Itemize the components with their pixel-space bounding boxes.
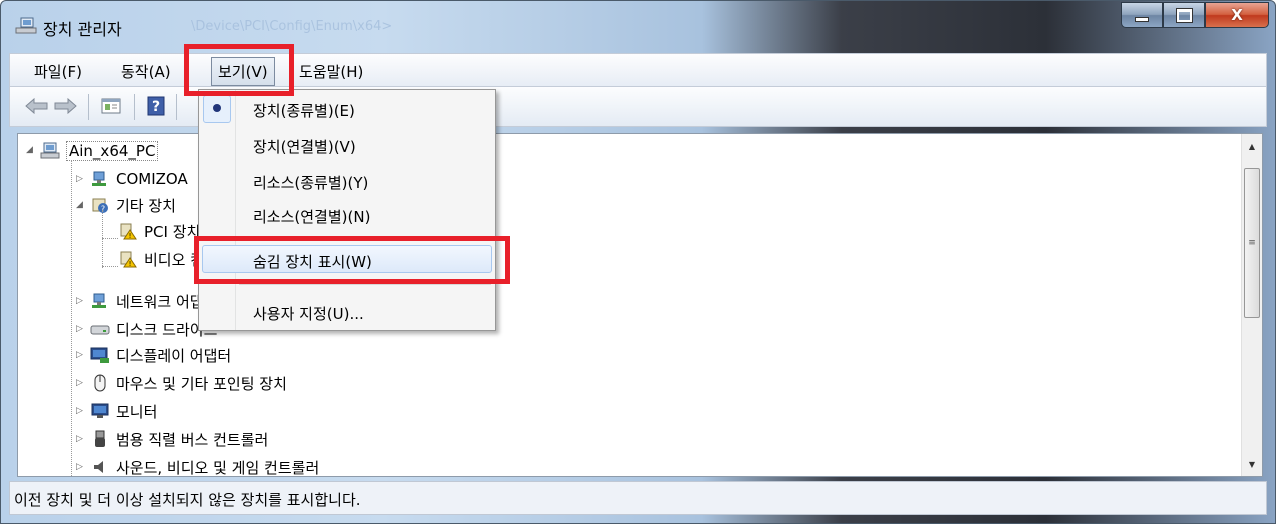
forward-button[interactable] [52,95,78,117]
collapse-arrow-icon[interactable]: ◢ [26,145,33,155]
tree-root[interactable]: Ain_x64_PC [40,138,159,164]
display-adapter-icon [90,346,110,364]
forward-arrow-icon [54,98,77,114]
tree-item-label: 디스플레이 어댑터 [116,346,232,365]
view-menu-dropdown: 장치(종류별)(E) 장치(연결별)(V) 리소스(종류별)(Y) 리소스(연결… [198,89,496,331]
svg-text:!: ! [129,260,132,268]
menu-item-label: 리소스(종류별)(Y) [253,174,369,192]
status-bar: 이전 장치 및 더 이상 설치되지 않은 장치를 표시합니다. [9,481,1267,515]
close-icon: X [1231,6,1243,24]
vertical-scrollbar[interactable]: ▲ ≡ ▼ [1241,134,1262,476]
properties-icon [101,98,121,114]
highlight-box-show-hidden [194,236,510,284]
view-menu-item-resources-by-type[interactable]: 리소스(종류별)(Y) [199,166,495,196]
svg-text:?: ? [152,99,160,115]
menu-item-label: 사용자 지정(U)... [253,305,364,323]
unknown-device-icon: ? [90,196,110,214]
tree-item-display-adapters[interactable]: 디스플레이 어댑터 [90,342,231,368]
tree-item-label: 모니터 [116,402,158,421]
scroll-up-icon[interactable]: ▲ [1242,136,1262,156]
warning-device-icon: ! [118,222,138,240]
svg-text:!: ! [129,232,132,240]
help-icon: ? [147,96,165,116]
expand-arrow-icon[interactable]: ▷ [76,296,83,306]
highlight-box-view-menu [184,44,294,96]
window-title: 장치 관리자 [43,20,122,39]
tree-item-pci-device[interactable]: ! PCI 장치 [118,218,200,244]
maximize-icon [1175,7,1193,23]
menu-action[interactable]: 동작(A) [121,61,171,82]
tree-item-comizoa[interactable]: COMIZOA [90,166,188,192]
menu-file[interactable]: 파일(F) [34,61,82,82]
close-button[interactable]: X [1205,2,1269,28]
menu-help[interactable]: 도움말(H) [299,61,363,82]
back-button[interactable] [24,95,50,117]
expand-arrow-icon[interactable]: ▷ [76,434,83,444]
tree-root-label: Ain_x64_PC [66,141,159,161]
maximize-button[interactable] [1163,2,1205,28]
expand-arrow-icon[interactable]: ▷ [76,324,83,334]
view-menu-item-devices-by-connection[interactable]: 장치(연결별)(V) [199,130,495,160]
tree-item-mice[interactable]: 마우스 및 기타 포인팅 장치 [90,370,287,396]
menu-item-label: 장치(종류별)(E) [253,102,355,120]
title-bar[interactable]: 장치 관리자 \Device\PCI\Config\Enum\x64> X [1,1,1275,49]
scroll-down-icon[interactable]: ▼ [1242,454,1262,474]
sound-icon [90,458,110,476]
properties-button[interactable] [98,95,124,117]
expand-arrow-icon[interactable]: ▷ [76,378,83,388]
scrollbar-thumb[interactable]: ≡ [1244,168,1260,318]
minimize-button[interactable] [1121,2,1163,28]
monitor-icon [90,402,110,420]
expand-arrow-icon[interactable]: ▷ [76,406,83,416]
tree-item-label: 기타 장치 [116,196,176,215]
help-button[interactable]: ? [144,95,168,117]
tree-item-label: 마우스 및 기타 포인팅 장치 [116,374,287,393]
tree-item-label: PCI 장치 [144,222,201,241]
network-device-icon [90,170,110,188]
tree-item-label: 범용 직렬 버스 컨트롤러 [116,430,269,449]
status-text: 이전 장치 및 더 이상 설치되지 않은 장치를 표시합니다. [14,491,361,509]
network-adapter-icon [90,292,110,310]
tree-item-label: 사운드, 비디오 및 게임 컨트롤러 [116,458,320,477]
collapse-arrow-icon[interactable]: ◢ [76,200,83,210]
computer-icon [40,142,60,160]
expand-arrow-icon[interactable]: ▷ [76,350,83,360]
background-ghost-text: \Device\PCI\Config\Enum\x64> [191,19,393,34]
tree-item-label: COMIZOA [116,170,188,188]
expand-arrow-icon[interactable]: ▷ [76,174,83,184]
view-menu-item-customize[interactable]: 사용자 지정(U)... [199,297,495,327]
tree-item-monitors[interactable]: 모니터 [90,398,157,424]
menu-item-label: 장치(연결별)(V) [253,138,356,156]
view-menu-item-devices-by-type[interactable]: 장치(종류별)(E) [199,94,495,124]
tree-item-sound[interactable]: 사운드, 비디오 및 게임 컨트롤러 [90,454,320,477]
expand-arrow-icon[interactable]: ▷ [76,462,83,472]
warning-device-icon: ! [118,250,138,268]
minimize-icon [1135,16,1149,22]
back-arrow-icon [25,98,48,114]
mouse-icon [90,374,110,392]
usb-icon [90,430,110,448]
menu-separator [239,284,491,285]
radio-bullet-icon [213,104,221,112]
menu-item-label: 리소스(연결별)(N) [253,208,371,226]
tree-item-usb-controllers[interactable]: 범용 직렬 버스 컨트롤러 [90,426,268,452]
device-manager-icon [15,17,37,35]
view-menu-item-resources-by-connection[interactable]: 리소스(연결별)(N) [199,200,495,230]
disk-drive-icon [90,320,110,338]
